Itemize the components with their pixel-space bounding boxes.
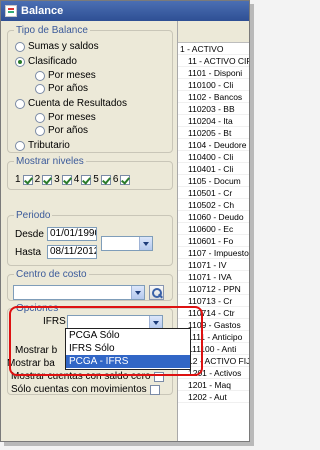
con-movimientos-option[interactable]: Sólo cuentas con movimientos xyxy=(11,383,163,396)
con-movimientos-checkbox[interactable] xyxy=(149,384,160,395)
app-icon xyxy=(5,5,17,17)
tree-row[interactable]: 110203 - BB xyxy=(178,103,249,115)
chevron-down-icon[interactable] xyxy=(139,237,152,250)
window-title: Balance xyxy=(21,5,64,17)
desde-label: Desde xyxy=(15,229,44,240)
tree-row[interactable]: 1 - ACTIVO xyxy=(178,43,249,55)
tree-row[interactable]: 1101 - Disponi xyxy=(178,67,249,79)
radio-circle[interactable] xyxy=(35,125,45,136)
account-tree: 1 - ACTIVO 11 - ACTIVO CIR 1101 - Disponi 1… xyxy=(177,21,249,441)
level-2-label: 2 xyxy=(34,174,41,185)
tipo-balance-legend: Tipo de Balance xyxy=(16,25,88,36)
level-6-label: 6 xyxy=(112,174,119,185)
balance-window: Balance Tipo de Balance Sumas y saldos C… xyxy=(0,0,250,442)
radio-clasificado[interactable]: Clasificado xyxy=(15,55,77,68)
tree-row[interactable]: 11071 - IVA xyxy=(178,271,249,283)
centro-costo-legend: Centro de costo xyxy=(16,269,87,280)
tree-row[interactable]: 11071 - IV xyxy=(178,259,249,271)
level-6-checkbox[interactable] xyxy=(120,174,131,185)
centro-costo-combo[interactable] xyxy=(13,285,145,300)
search-icon[interactable] xyxy=(149,285,164,300)
radio-sumas-saldos[interactable]: Sumas y saldos xyxy=(15,40,99,53)
tree-row[interactable]: 110601 - Fo xyxy=(178,235,249,247)
radio-circle[interactable] xyxy=(15,98,25,109)
level-4-label: 4 xyxy=(73,174,80,185)
tree-row[interactable]: 1107 - Impuesto xyxy=(178,247,249,259)
niveles-legend: Mostrar niveles xyxy=(16,156,84,167)
radio-circle[interactable] xyxy=(15,41,25,52)
level-5-label: 5 xyxy=(93,174,99,185)
level-3-label: 3 xyxy=(54,174,60,185)
tree-row[interactable]: 110204 - Ita xyxy=(178,115,249,127)
tree-row[interactable]: 110400 - Cli xyxy=(178,151,249,163)
tree-toolbar xyxy=(178,21,249,43)
tree-row[interactable]: 110401 - Cli xyxy=(178,163,249,175)
tree-row[interactable]: 110600 - Ec xyxy=(178,223,249,235)
level-3-checkbox[interactable] xyxy=(61,174,72,185)
radio-circle[interactable] xyxy=(15,140,25,151)
tree-row[interactable]: 1202 - Aut xyxy=(178,391,249,403)
radio-resultados-por-meses[interactable]: Por meses xyxy=(35,111,96,124)
highlight-ring xyxy=(9,306,203,376)
hasta-label: Hasta xyxy=(15,247,42,258)
level-1-checkbox[interactable] xyxy=(22,174,33,185)
periodo-combo[interactable] xyxy=(101,236,153,251)
level-5-checkbox[interactable] xyxy=(100,174,111,185)
tree-row[interactable]: 1105 - Docum xyxy=(178,175,249,187)
periodo-legend: Periodo xyxy=(16,210,51,221)
tree-row[interactable]: 110100 - Cli xyxy=(178,79,249,91)
tree-row[interactable]: 110502 - Ch xyxy=(178,199,249,211)
radio-circle[interactable] xyxy=(35,70,45,81)
radio-circle[interactable] xyxy=(35,112,45,123)
options-panel: Tipo de Balance Sumas y saldos Clasifica… xyxy=(1,21,177,441)
tree-row[interactable]: 110205 - Bt xyxy=(178,127,249,139)
level-1-label: 1 xyxy=(15,174,21,185)
chevron-down-icon[interactable] xyxy=(131,286,144,299)
tree-row[interactable]: 110712 - PPN xyxy=(178,283,249,295)
title-bar: Balance xyxy=(1,1,249,21)
radio-circle[interactable] xyxy=(15,56,25,67)
radio-tributario[interactable]: Tributario xyxy=(15,139,70,152)
tree-row[interactable]: 11060 - Deudo xyxy=(178,211,249,223)
level-2-checkbox[interactable] xyxy=(42,174,53,185)
tree-row[interactable]: 1201 - Maq xyxy=(178,379,249,391)
tree-row[interactable]: 11 - ACTIVO CIR xyxy=(178,55,249,67)
tree-row[interactable]: 1104 - Deudore xyxy=(178,139,249,151)
tree-row[interactable]: 1102 - Bancos xyxy=(178,91,249,103)
radio-clasificado-por-meses[interactable]: Por meses xyxy=(35,69,96,82)
radio-circle[interactable] xyxy=(35,83,45,94)
radio-clasificado-por-anos[interactable]: Por años xyxy=(35,82,88,95)
radio-cuenta-resultados[interactable]: Cuenta de Resultados xyxy=(15,97,127,110)
hasta-input[interactable]: 08/11/2012 xyxy=(47,245,97,259)
level-checkboxes: 1 2 3 4 5 6 xyxy=(15,174,132,185)
tree-row[interactable]: 110501 - Cr xyxy=(178,187,249,199)
level-4-checkbox[interactable] xyxy=(81,174,92,185)
radio-resultados-por-anos[interactable]: Por años xyxy=(35,124,88,137)
desde-input[interactable]: 01/01/1990 xyxy=(47,227,97,241)
